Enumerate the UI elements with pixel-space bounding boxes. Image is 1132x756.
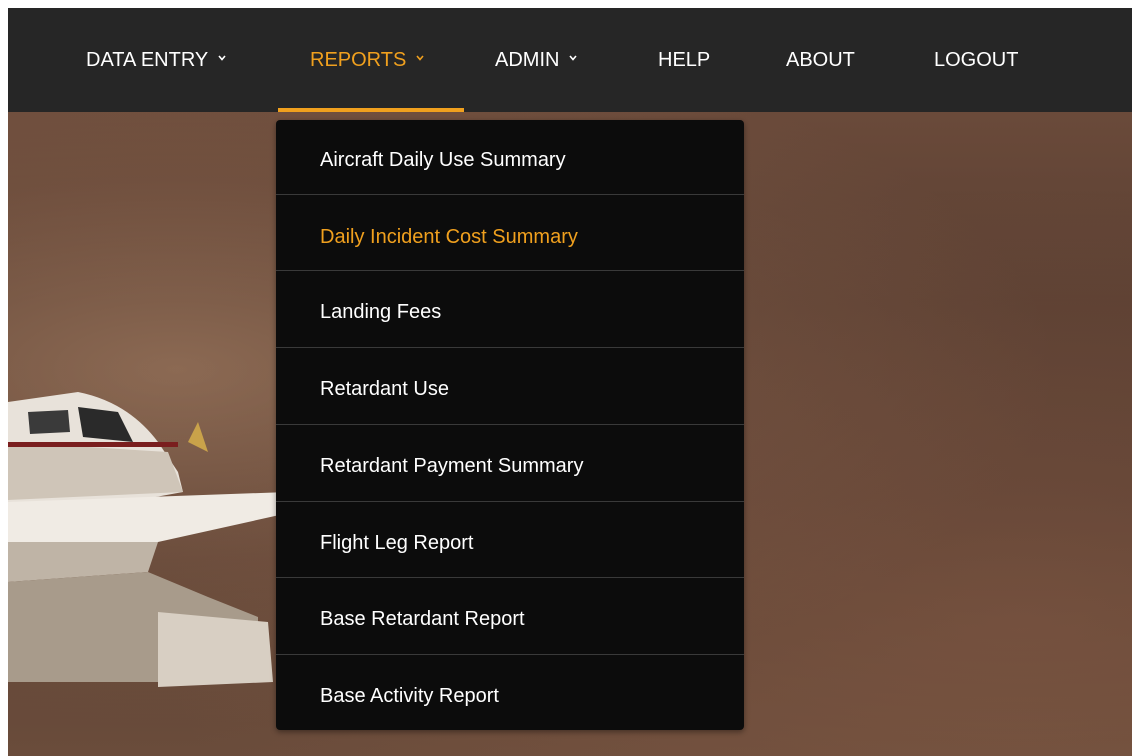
chevron-down-icon — [218, 54, 226, 62]
nav-item-help[interactable]: HELP — [658, 8, 710, 112]
nav-item-label: DATA ENTRY — [86, 49, 209, 71]
menu-item-base-retardant-report[interactable]: Base Retardant Report — [276, 581, 744, 657]
nav-item-about[interactable]: ABOUT — [786, 8, 855, 112]
chevron-down-icon — [416, 54, 424, 62]
nav-item-reports[interactable]: REPORTS — [310, 8, 424, 112]
menu-item-daily-incident-cost-summary[interactable]: Daily Incident Cost Summary — [276, 199, 744, 275]
menu-divider — [276, 270, 744, 271]
aircraft-image — [8, 392, 293, 687]
menu-divider — [276, 501, 744, 502]
nav-item-label: LOGOUT — [934, 49, 1019, 71]
menu-item-aircraft-daily-use-summary[interactable]: Aircraft Daily Use Summary — [276, 122, 744, 198]
chevron-down-icon — [569, 54, 578, 62]
reports-dropdown-menu: Aircraft Daily Use Summary Daily Inciden… — [276, 120, 744, 730]
menu-item-base-activity-report[interactable]: Base Activity Report — [276, 658, 744, 734]
menu-divider — [276, 577, 744, 578]
menu-item-landing-fees[interactable]: Landing Fees — [276, 274, 744, 350]
nav-item-label: REPORTS — [310, 49, 407, 71]
menu-item-retardant-use[interactable]: Retardant Use — [276, 351, 744, 427]
nav-item-label: HELP — [658, 49, 711, 71]
nav-item-label: ADMIN — [495, 49, 560, 71]
app-frame: DATA ENTRY REPORTS ADMIN HELP ABOUT LOGO… — [8, 8, 1132, 756]
nav-item-admin[interactable]: ADMIN — [495, 8, 578, 112]
top-navbar: DATA ENTRY REPORTS ADMIN HELP ABOUT LOGO… — [8, 8, 1132, 112]
menu-divider — [276, 194, 744, 195]
nav-item-data-entry[interactable]: DATA ENTRY — [86, 8, 226, 112]
menu-item-flight-leg-report[interactable]: Flight Leg Report — [276, 505, 744, 581]
menu-divider — [276, 424, 744, 425]
menu-divider — [276, 654, 744, 655]
menu-divider — [276, 347, 744, 348]
active-tab-indicator — [278, 108, 464, 112]
menu-item-retardant-payment-summary[interactable]: Retardant Payment Summary — [276, 428, 744, 504]
nav-item-logout[interactable]: LOGOUT — [934, 8, 1018, 112]
nav-item-label: ABOUT — [786, 49, 855, 71]
